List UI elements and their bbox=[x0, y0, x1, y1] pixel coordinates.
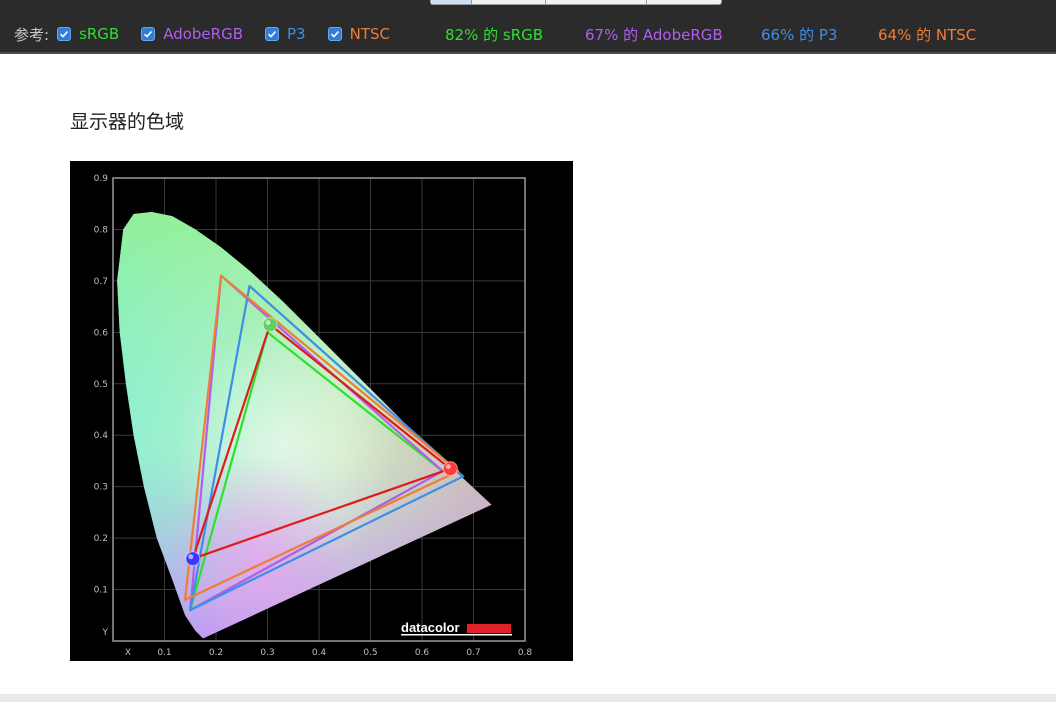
green-primary bbox=[262, 317, 278, 333]
legend-item-adobergb[interactable]: AdobeRGB bbox=[141, 25, 243, 43]
blue-primary-highlight bbox=[188, 554, 194, 560]
y-tick-label: 0.6 bbox=[94, 328, 109, 338]
adobergb-checkbox[interactable] bbox=[141, 27, 156, 41]
x-tick-label: 0.4 bbox=[312, 648, 327, 658]
legend-item-p3[interactable]: P3 bbox=[265, 25, 306, 43]
green-primary-highlight bbox=[265, 320, 271, 326]
x-tick-label: 0.1 bbox=[157, 648, 171, 658]
srgb-coverage: 82% 的 sRGB bbox=[445, 26, 544, 44]
ntsc-checkbox[interactable] bbox=[327, 27, 342, 41]
legend-item-srgb[interactable]: sRGB bbox=[57, 25, 119, 43]
logo-red-bar bbox=[467, 624, 511, 633]
reference-label: 参考: bbox=[14, 25, 50, 44]
logo-underline bbox=[401, 634, 512, 636]
bottom-bar bbox=[0, 694, 1056, 702]
tab-divider bbox=[646, 0, 647, 4]
red-primary-highlight bbox=[445, 464, 451, 470]
p3-label: P3 bbox=[287, 25, 306, 43]
ntsc-coverage: 64% 的 NTSC bbox=[878, 26, 977, 44]
comparison-toolbar: 参考: sRGB AdobeRGB P3 NTSC 82% 的 sRGB 67%… bbox=[0, 0, 1056, 54]
y-tick-label: Y bbox=[102, 628, 109, 638]
tab-selected[interactable] bbox=[431, 0, 471, 4]
y-tick-label: 0.1 bbox=[94, 586, 108, 596]
tab-strip[interactable] bbox=[430, 0, 722, 5]
datacolor-wordmark: datacolor bbox=[401, 620, 460, 635]
y-tick-label: 0.5 bbox=[94, 380, 108, 390]
p3-coverage: 66% 的 P3 bbox=[761, 26, 838, 44]
magenta-glow bbox=[117, 212, 492, 639]
srgb-label: sRGB bbox=[79, 25, 120, 43]
p3-checkbox[interactable] bbox=[265, 27, 280, 41]
adobergb-coverage: 67% 的 AdobeRGB bbox=[585, 26, 723, 44]
srgb-checkbox[interactable] bbox=[57, 27, 72, 41]
y-tick-label: 0.3 bbox=[94, 483, 108, 493]
x-tick-label: 0.8 bbox=[518, 648, 533, 658]
section-title: 显示器的色域 bbox=[70, 111, 185, 133]
x-tick-label: 0.7 bbox=[466, 648, 480, 658]
gamut-chart: X 0.1 0.2 0.3 0.4 0.5 0.6 0.7 0.8 Y 0.1 0.2 0.3 0.4 0.… bbox=[70, 161, 573, 661]
cie-diagram: X 0.1 0.2 0.3 0.4 0.5 0.6 0.7 0.8 Y 0.1 0.2 0.3 0.4 0.… bbox=[94, 174, 533, 658]
y-tick-label: 0.4 bbox=[94, 431, 109, 441]
legend-item-ntsc[interactable]: NTSC bbox=[327, 25, 390, 43]
x-tick-label: X bbox=[125, 648, 131, 658]
y-tick-label: 0.7 bbox=[94, 277, 108, 287]
x-tick-label: 0.6 bbox=[415, 648, 430, 658]
blue-primary bbox=[185, 551, 201, 567]
x-tick-label: 0.3 bbox=[260, 648, 274, 658]
adobergb-label: AdobeRGB bbox=[163, 25, 244, 43]
tab-divider bbox=[471, 0, 472, 4]
datacolor-logo: datacolor bbox=[401, 620, 512, 636]
red-primary bbox=[442, 461, 458, 477]
tab-divider bbox=[545, 0, 546, 4]
y-tick-label: 0.9 bbox=[94, 174, 109, 184]
y-tick-label: 0.8 bbox=[94, 225, 109, 235]
x-tick-label: 0.2 bbox=[209, 648, 223, 658]
x-tick-label: 0.5 bbox=[363, 648, 377, 658]
reference-legend: 参考: sRGB AdobeRGB P3 NTSC bbox=[14, 24, 412, 44]
ntsc-label: NTSC bbox=[349, 25, 390, 43]
y-tick-label: 0.2 bbox=[94, 534, 108, 544]
